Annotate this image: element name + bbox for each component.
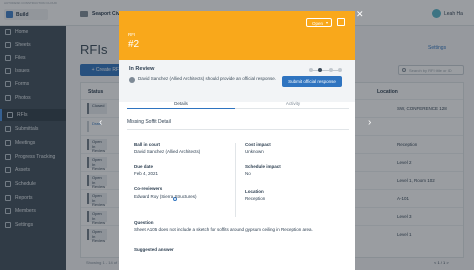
avatar [129,77,135,83]
stepper-line [311,69,339,71]
location-value[interactable]: Reception [245,196,265,201]
step-dot [309,68,313,72]
rfi-header: Open ▾ RFI #2 [119,11,355,60]
co-reviewers-value[interactable]: Edward Roy (Sierra Structures) [134,194,197,199]
rfi-detail-panel: Open ▾ RFI #2 In Review David Sanchez (A… [119,11,355,270]
divider [127,129,349,130]
workflow-message: David Sanchez (Allied Architects) should… [129,76,279,83]
schedule-impact-value[interactable]: No [245,171,251,176]
question-label: Question [134,220,154,225]
workflow-banner: In Review David Sanchez (Allied Architec… [119,60,355,102]
step-dot [338,68,342,72]
due-date-value[interactable]: Feb 4, 2021 [134,171,158,176]
workflow-message-text: David Sanchez (Allied Architects) should… [138,76,276,81]
tab-details[interactable]: Details [127,101,235,109]
column-divider [235,143,236,217]
due-date-label: Due date [134,164,154,169]
schedule-impact-label: Schedule impact [245,164,281,169]
co-reviewers-label: Co-reviewers [134,186,163,191]
ball-in-court-label: Ball in court [134,142,161,147]
workflow-stepper [309,68,343,72]
status-dropdown-value: Open [312,20,324,26]
open-external-icon[interactable] [337,18,345,26]
previous-rfi-arrow-icon[interactable]: ‹ [99,117,102,128]
status-dropdown[interactable]: Open ▾ [306,18,332,27]
rfi-type-label: RFI [128,32,136,37]
detail-tabs: Details Activity [127,100,349,109]
rfi-subject[interactable]: Missing Soffit Detail [127,119,171,125]
tab-activity[interactable]: Activity [239,101,347,106]
question-value[interactable]: Sheet A105 does not include a sketch for… [134,227,330,233]
ball-in-court-value[interactable]: David Sanchez (Allied Architects) [134,149,200,154]
next-rfi-arrow-icon[interactable]: › [368,117,371,128]
close-icon[interactable]: ✕ [356,9,364,20]
submit-official-response-button[interactable]: Submit official response [282,76,342,87]
chevron-down-icon: ▾ [325,20,328,25]
suggested-answer-label: Suggested answer [134,247,174,252]
rfi-number: #2 [128,39,140,50]
cost-impact-value[interactable]: Unknown [245,149,264,154]
cost-impact-label: Cost impact [245,142,271,147]
workflow-status-title: In Review [129,66,155,72]
location-label: Location [245,189,264,194]
step-dot-current [318,68,322,72]
step-dot [329,68,333,72]
